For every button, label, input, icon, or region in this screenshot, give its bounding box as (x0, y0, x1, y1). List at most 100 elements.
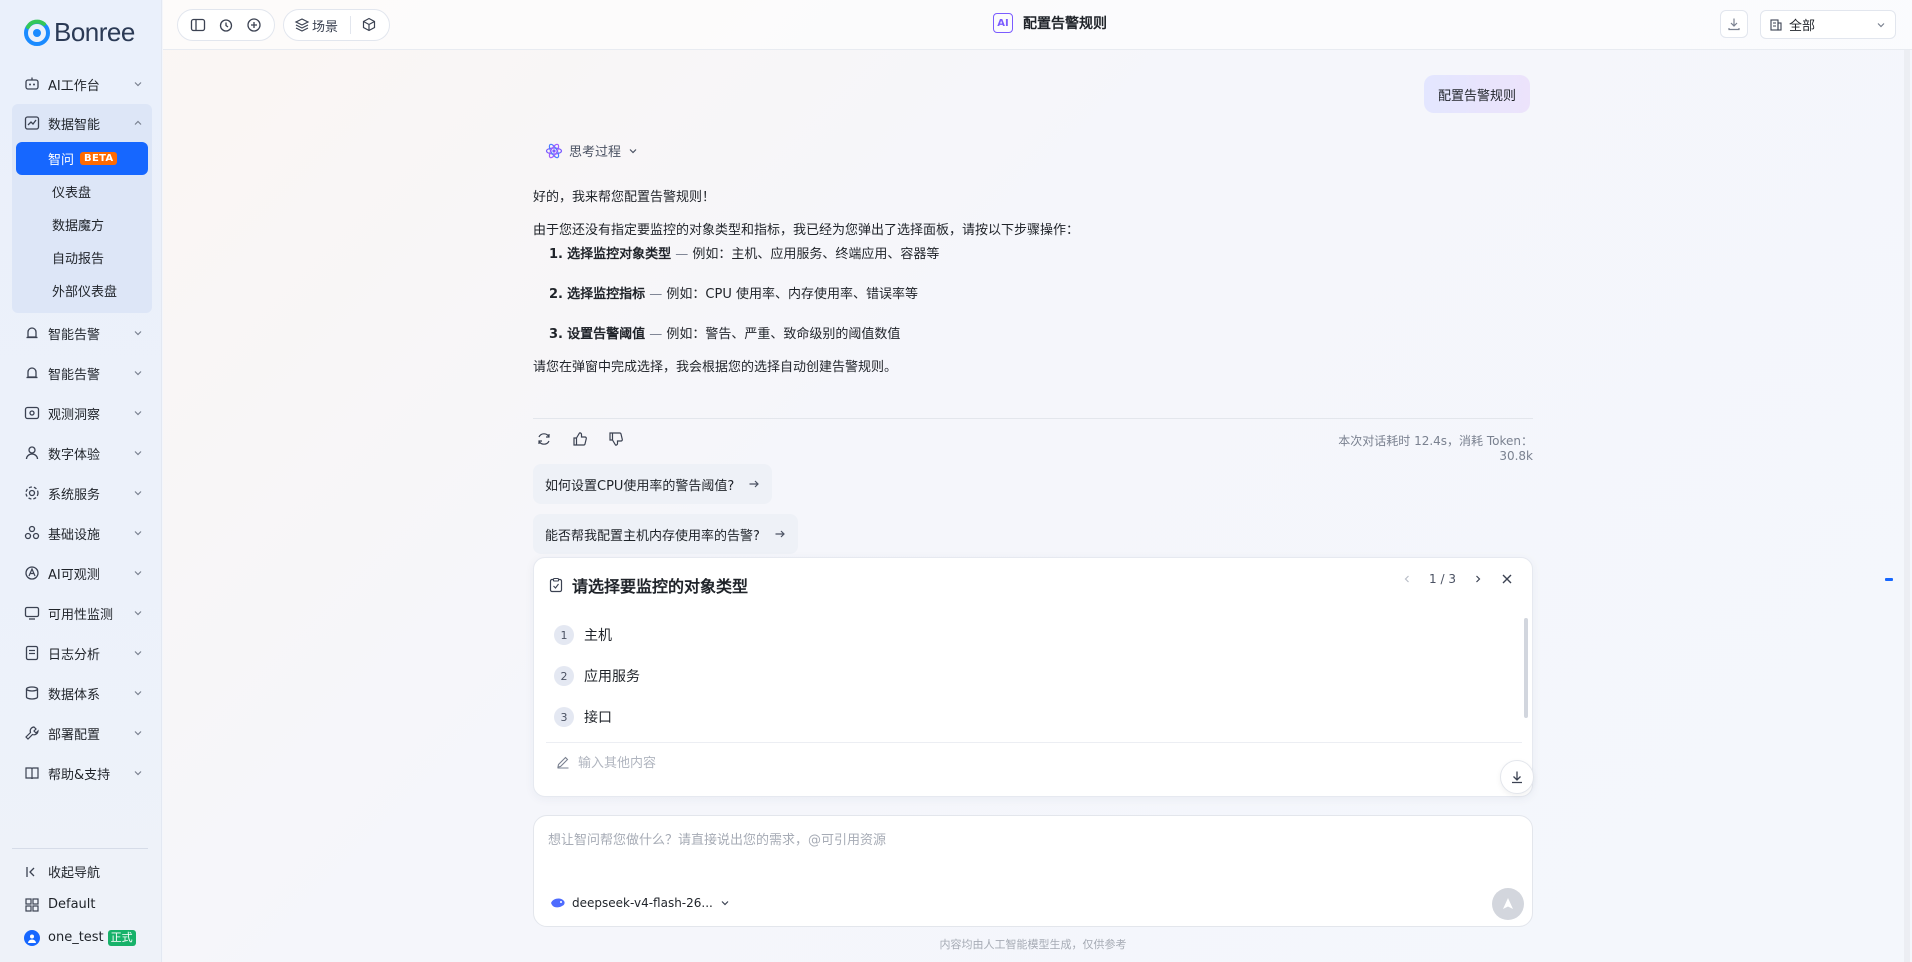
next-page-button[interactable] (1472, 573, 1484, 585)
model-selector[interactable]: deepseek-v4-flash-26... (550, 896, 731, 910)
layers-icon (294, 18, 310, 32)
sidebar-item-system-service[interactable]: 系统服务 (12, 473, 152, 513)
like-button[interactable] (569, 428, 591, 450)
workspace-switcher[interactable]: Default (12, 888, 148, 921)
sidebar-item-label: AI可观测 (48, 567, 100, 583)
scroll-marker (1885, 578, 1893, 581)
message-actions (533, 428, 627, 450)
suggested-question[interactable]: 如何设置CPU使用率的警告阈值? (533, 464, 773, 504)
answer-step: 3. 设置告警阈值 — 例如：警告、严重、致命级别的阈值数值 (549, 325, 1533, 345)
log-icon (25, 645, 39, 661)
panel-scrollbar[interactable] (1524, 618, 1528, 718)
chevron-down-icon (134, 571, 142, 576)
chevron-down-icon (721, 901, 729, 906)
user-account[interactable]: one_test 正式 (12, 921, 148, 954)
sidebar-panel-icon (190, 18, 206, 32)
sidebar-subitem-external-dashboard[interactable]: 外部仪表盘 (16, 274, 148, 307)
chevron-down-icon (134, 731, 142, 736)
eye-icon (24, 406, 40, 420)
sidebar-item-infrastructure[interactable]: 基础设施 (12, 513, 152, 553)
sidebar-item-smart-alert[interactable]: 智能告警 (12, 313, 152, 353)
sidebar-subitem-data-cube[interactable]: 数据魔方 (16, 208, 148, 241)
option-label: 接口 (584, 710, 612, 726)
scene-button[interactable]: 场景 (290, 11, 346, 39)
sidebar-item-label: 智能告警 (48, 367, 101, 383)
new-chat-button[interactable] (240, 11, 268, 39)
chevron-down-icon (1877, 22, 1885, 27)
regenerate-button[interactable] (533, 428, 555, 450)
user-message: 配置告警规则 (1424, 75, 1531, 113)
thinking-process-toggle[interactable]: 思考过程 (545, 141, 639, 160)
database-icon (25, 686, 39, 700)
sidebar-item-digital-experience[interactable]: 数字体验 (12, 433, 152, 473)
sidebar-item-smart-alert-2[interactable]: 智能告警 (12, 353, 152, 393)
step-separator: — (671, 247, 693, 262)
export-button[interactable] (1720, 10, 1748, 38)
other-content-input[interactable]: 输入其他内容 (556, 752, 656, 771)
sidebar-subitem-zhiwen[interactable]: 智问 BETA (16, 142, 148, 175)
option-item[interactable]: 3 接口 (554, 707, 612, 727)
sidebar-item-data-system[interactable]: 数据体系 (12, 673, 152, 713)
sidebar-subitem-label: 仪表盘 (52, 186, 92, 201)
option-item[interactable]: 2 应用服务 (554, 666, 640, 686)
brand-logo[interactable]: Bonree (22, 14, 135, 50)
toggle-panel-button[interactable] (184, 11, 212, 39)
send-button[interactable] (1492, 888, 1524, 920)
close-panel-button[interactable] (1500, 572, 1514, 586)
close-icon (1502, 574, 1512, 584)
panel-divider (546, 742, 1522, 743)
sidebar-subitem-auto-report[interactable]: 自动报告 (16, 241, 148, 274)
sidebar-item-availability-monitor[interactable]: 可用性监测 (12, 593, 152, 633)
step-number: 3. (549, 327, 563, 342)
answer-steps: 1. 选择监控对象类型 — 例如：主机、应用服务、终端应用、容器等 2. 选择监… (549, 245, 1533, 345)
toolbar-left (177, 9, 275, 41)
alarm-icon (26, 327, 38, 339)
answer-intro: 由于您还没有指定要监控的对象类型和指标，我已经为您弹出了选择面板，请按以下步骤操… (533, 223, 1080, 238)
chat-composer[interactable]: 想让智问帮您做什么？请直接说出您的需求，@可引用资源 deepseek-v4-f… (533, 815, 1533, 927)
other-content-placeholder: 输入其他内容 (578, 756, 657, 771)
chevron-down-icon (134, 411, 142, 416)
scroll-to-bottom-button[interactable] (1500, 760, 1534, 794)
sidebar-subitem-dashboard[interactable]: 仪表盘 (16, 175, 148, 208)
answer-step: 2. 选择监控指标 — 例如：CPU 使用率、内存使用率、错误率等 (549, 285, 1533, 305)
sidebar-item-data-intelligence[interactable]: 数据智能 (12, 104, 152, 142)
brand-name: Bonree (54, 16, 135, 47)
alarm-icon (26, 367, 38, 379)
thinking-process-label: 思考过程 (569, 145, 622, 160)
bonree-logo-icon (24, 19, 50, 46)
suggested-question-text: 如何设置CPU使用率的警告阈值? (545, 478, 735, 494)
sidebar-item-ai-workbench[interactable]: AI工作台 (12, 64, 152, 104)
prev-page-button[interactable] (1401, 573, 1413, 585)
add-scene-button[interactable] (355, 11, 383, 39)
sidebar-item-observe-insight[interactable]: 观测洞察 (12, 393, 152, 433)
step-desc: 例如：警告、严重、致命级别的阈值数值 (666, 327, 901, 342)
chevron-down-icon (629, 148, 637, 153)
collapse-nav-button[interactable]: 收起导航 (12, 855, 148, 888)
avatar (24, 929, 40, 946)
step-title: 选择监控指标 (567, 287, 646, 302)
server-icon (24, 525, 40, 540)
sidebar-item-log-analysis[interactable]: 日志分析 (12, 633, 152, 673)
deepseek-whale-icon (551, 898, 565, 908)
chevron-down-icon (134, 371, 142, 376)
chevron-down-icon (134, 531, 142, 536)
ai-disclaimer: 内容均由人工智能模型生成，仅供参考 (939, 938, 1127, 951)
wrench-icon (25, 726, 39, 740)
sidebar-item-label: 数据智能 (48, 117, 101, 133)
sidebar-item-help-support[interactable]: 帮助&支持 (12, 753, 152, 793)
dislike-button[interactable] (605, 428, 627, 450)
sidebar-item-ai-observability[interactable]: AI可观测 (12, 553, 152, 593)
suggested-question[interactable]: 能否帮我配置主机内存使用率的告警? (533, 514, 798, 554)
sidebar-item-label: 基础设施 (48, 527, 101, 543)
sidebar-item-deploy-config[interactable]: 部署配置 (12, 713, 152, 753)
thumbs-up-icon (573, 432, 587, 446)
user-icon (28, 934, 36, 943)
option-item[interactable]: 1 主机 (554, 625, 612, 645)
edit-icon (557, 756, 569, 769)
atom-icon (545, 143, 563, 158)
history-button[interactable] (212, 11, 240, 39)
sidebar-item-label: 观测洞察 (48, 407, 101, 423)
page-indicator: 1 / 3 (1429, 572, 1456, 586)
page-scrollbar[interactable] (1904, 50, 1910, 962)
scope-select[interactable]: 全部 (1760, 10, 1896, 39)
